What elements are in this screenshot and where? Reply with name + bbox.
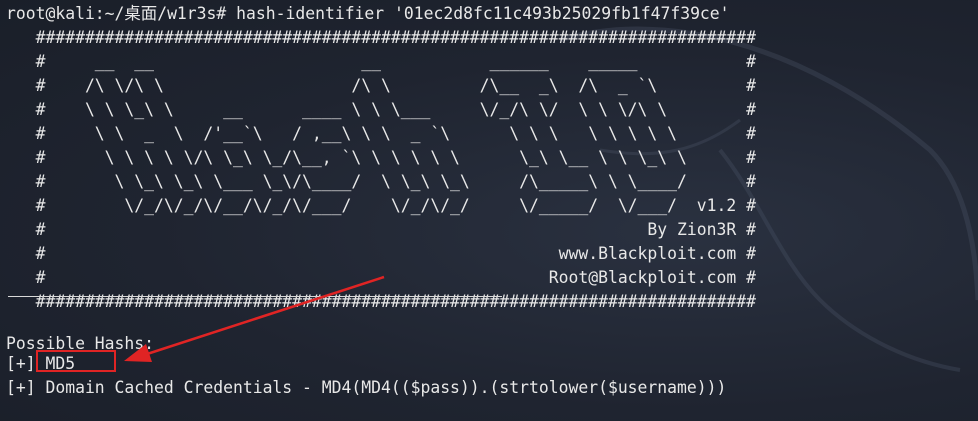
banner-line: # \ \_\ \_\ \___ \_\/\____/ \ \_\ \_\ /\… [6, 172, 756, 191]
banner-line: # \/_/\/_/\/__/\/_/\/___/ \/_/\/_/ \/___… [6, 196, 756, 215]
banner-line: ########################################… [6, 292, 756, 311]
md5-highlight-box [36, 350, 116, 372]
banner-line: # \ \ _ \ /'__`\ / ,__\ \ \ _ `\ \ \ \ \… [6, 124, 756, 143]
result-line-domain-cached: [+] Domain Cached Credentials - MD4(MD4(… [6, 378, 727, 397]
banner-line: # /\ \/\ \ /\ \ /\__ _\ /\ _ `\ # [6, 76, 756, 95]
banner-line: # By Zion3R # [6, 220, 756, 239]
banner-line: ########################################… [6, 28, 756, 47]
banner-line: # \ \ \ \ \/\ \_\ \_/\__, `\ \ \ \ \ \ \… [6, 148, 756, 167]
terminal-window[interactable]: root@kali:~/桌面/w1r3s# hash-identifier '0… [0, 0, 978, 421]
separator-line [8, 296, 502, 297]
command-prompt-line: root@kali:~/桌面/w1r3s# hash-identifier '0… [6, 4, 730, 23]
hash-id-banner: ########################################… [6, 26, 756, 314]
banner-line: # __ __ __ ______ _____ # [6, 52, 756, 71]
banner-line: # Root@Blackploit.com # [6, 268, 756, 287]
banner-line: # \ \ \_\ \ __ ____ \ \ \___ \/_/\ \/ \ … [6, 100, 756, 119]
banner-line: # www.Blackploit.com # [6, 244, 756, 263]
